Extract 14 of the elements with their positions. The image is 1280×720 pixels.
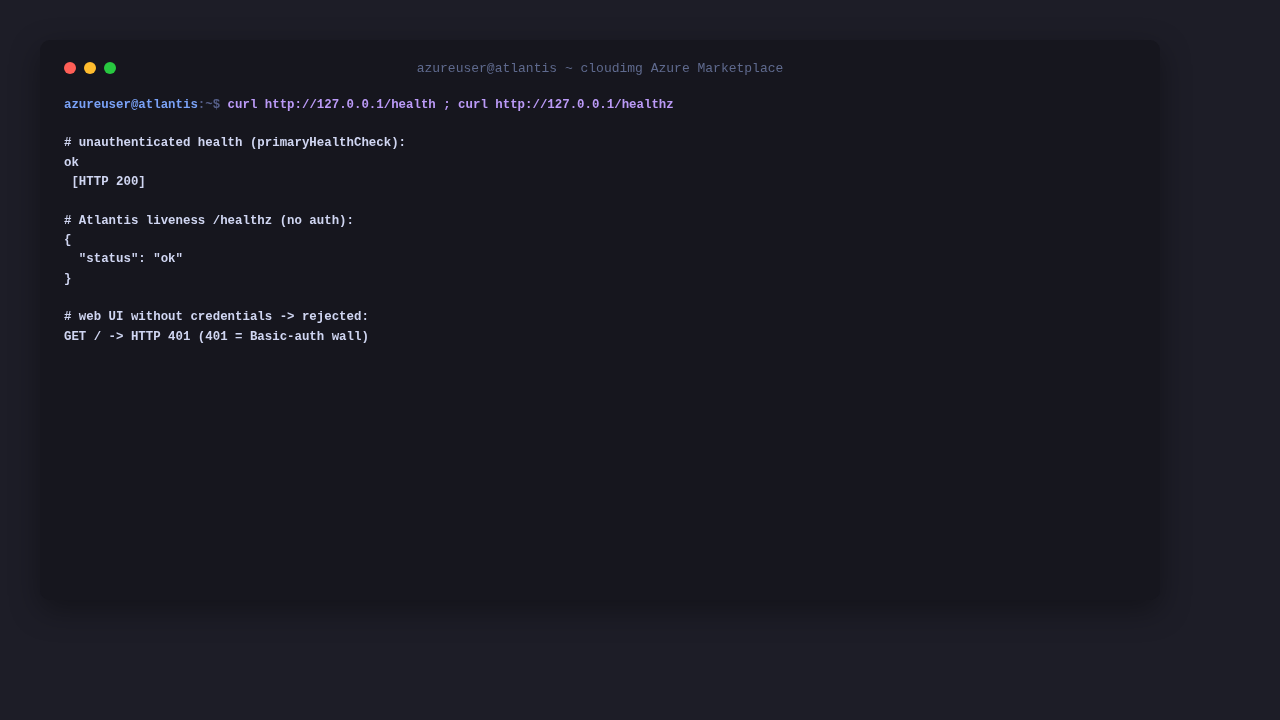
- output-line: {: [64, 232, 72, 250]
- output-line: # Atlantis liveness /healthz (no auth):: [64, 212, 354, 230]
- output-line: ok: [64, 154, 79, 172]
- output-line: # web UI without credentials -> rejected:: [64, 309, 369, 327]
- command-line: azureuser@atlantis:~$ curl http://127.0.0.1/health ; curl http://127.0.0.1/healthz: [64, 97, 674, 114]
- output-line: [HTTP 200]: [70, 174, 146, 192]
- window-button[interactable]: [84, 62, 96, 74]
- output-line: GET / -> HTTP 401 (401 = Basic-auth wall): [64, 328, 369, 346]
- output-line: "status": "ok": [77, 251, 183, 269]
- window-button[interactable]: [104, 62, 116, 74]
- output-line: }: [64, 270, 72, 288]
- output-line: # unauthenticated health (primaryHealthCheck):: [64, 135, 407, 153]
- window-button[interactable]: [64, 62, 76, 74]
- window-title: azureuser@atlantis ~ cloudimg Azure Marketplace: [416, 60, 784, 76]
